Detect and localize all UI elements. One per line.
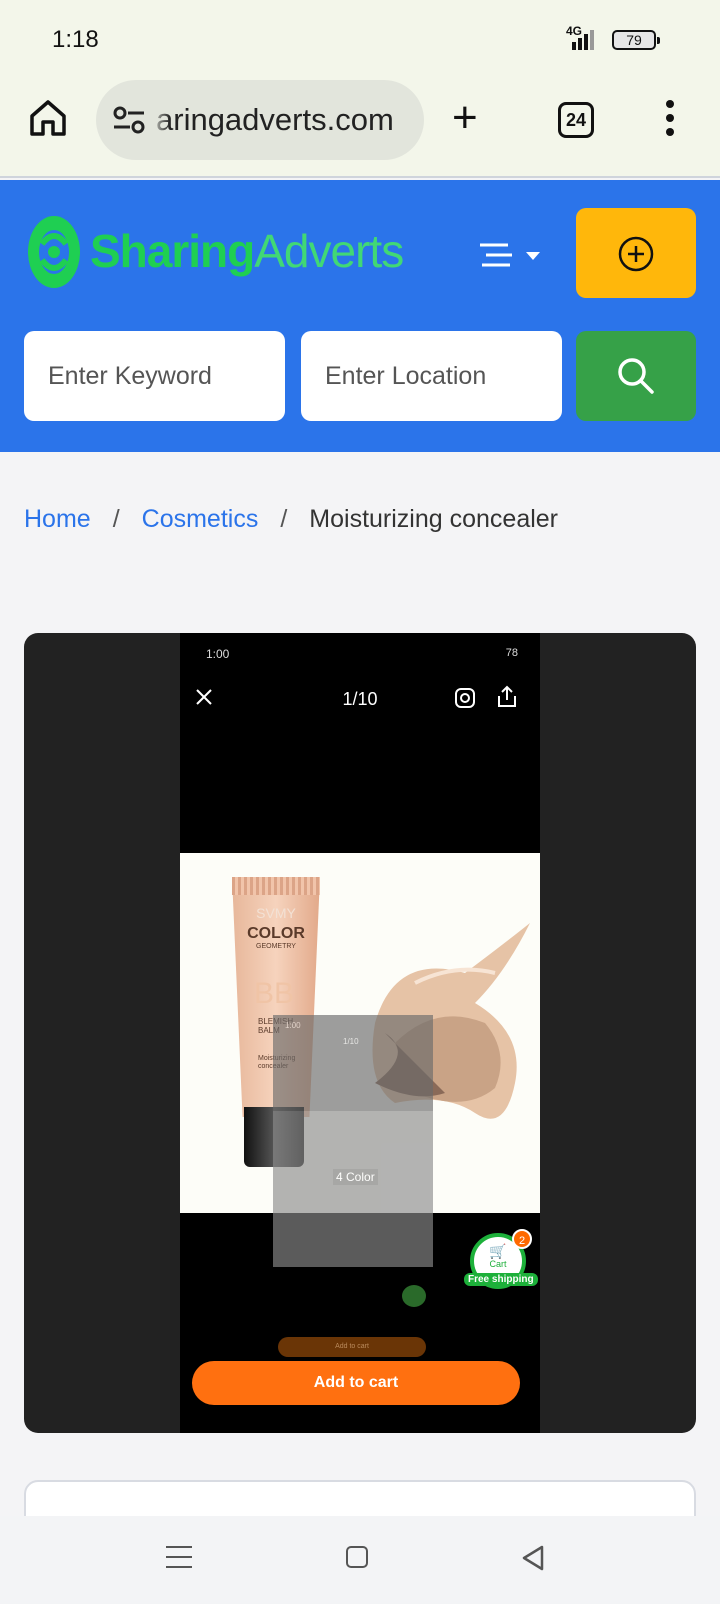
product-photo[interactable]: 1:00 78 1/10 SVMY COLOR GEOMETRY BB BLEM… bbox=[180, 633, 540, 1433]
post-ad-button[interactable] bbox=[576, 208, 696, 298]
tab-switcher-button[interactable]: 24 bbox=[558, 102, 594, 138]
overlay-time: 1:00 bbox=[285, 1021, 301, 1030]
cart-label: Cart bbox=[489, 1259, 507, 1269]
location-input[interactable] bbox=[301, 331, 562, 421]
logo-text-light: Adverts bbox=[254, 225, 404, 277]
url-text[interactable]: aringadverts.com bbox=[156, 102, 394, 138]
breadcrumb-home-link[interactable]: Home bbox=[24, 505, 91, 534]
product-name: COLOR bbox=[247, 925, 305, 942]
tab-count: 24 bbox=[565, 110, 587, 130]
address-bar[interactable]: aringadverts.com bbox=[96, 80, 424, 160]
free-shipping-label: Free shipping bbox=[464, 1273, 538, 1286]
status-indicators: 4G 79 bbox=[566, 24, 660, 52]
cart-count: 2 bbox=[512, 1229, 532, 1249]
lens-icon bbox=[455, 688, 475, 708]
add-circle-icon bbox=[618, 236, 654, 272]
logo-text[interactable]: SharingAdverts bbox=[90, 224, 404, 278]
url-fade bbox=[150, 80, 170, 160]
ghost-add-to-cart: Add to cart bbox=[278, 1337, 426, 1357]
battery-level: 79 bbox=[626, 32, 642, 48]
more-menu-icon[interactable] bbox=[666, 100, 676, 140]
browser-toolbar: aringadverts.com + 24 bbox=[0, 80, 720, 178]
status-time: 1:18 bbox=[52, 26, 99, 53]
new-tab-icon[interactable]: + bbox=[452, 96, 478, 140]
breadcrumb-current: Moisturizing concealer bbox=[309, 505, 558, 533]
share-icon bbox=[498, 685, 516, 707]
product-subname: GEOMETRY bbox=[256, 943, 296, 950]
photo-status-time: 1:00 bbox=[206, 647, 230, 661]
logo-icon[interactable] bbox=[26, 214, 82, 290]
color-tag: 4 Color bbox=[333, 1169, 378, 1185]
home-nav-icon[interactable] bbox=[346, 1546, 368, 1568]
product-bb: BB bbox=[254, 977, 295, 1010]
recent-apps-icon[interactable] bbox=[166, 1546, 192, 1570]
breadcrumb-separator: / bbox=[280, 505, 288, 533]
logo-text-bold: Sharing bbox=[90, 225, 255, 277]
keyword-input[interactable] bbox=[24, 331, 285, 421]
product-brand: SVMY bbox=[256, 905, 296, 921]
site-header: SharingAdverts bbox=[0, 180, 720, 452]
back-icon[interactable] bbox=[520, 1544, 546, 1572]
site-settings-icon[interactable] bbox=[112, 106, 146, 134]
battery-icon: 79 bbox=[612, 30, 660, 50]
photo-counter: 1/10 bbox=[342, 689, 378, 709]
search-button[interactable] bbox=[576, 331, 696, 421]
signal-icon: 4G bbox=[566, 24, 602, 52]
search-icon bbox=[618, 358, 654, 394]
add-to-cart-label: Add to cart bbox=[192, 1361, 520, 1405]
breadcrumb-category-link[interactable]: Cosmetics bbox=[142, 505, 259, 534]
product-image-gallery[interactable]: 1:00 78 1/10 SVMY COLOR GEOMETRY BB BLEM… bbox=[24, 633, 696, 1433]
breadcrumb: Home / Cosmetics / Moisturizing conceale… bbox=[24, 505, 558, 534]
overlay-thumbnail: 1:00 1/10 4 Color bbox=[273, 1015, 433, 1267]
home-icon[interactable] bbox=[28, 98, 68, 138]
photo-status-battery: 78 bbox=[505, 647, 518, 659]
breadcrumb-separator: / bbox=[112, 505, 120, 533]
status-bar: 1:18 4G 79 bbox=[0, 0, 720, 80]
system-nav-bar bbox=[0, 1516, 720, 1604]
overlay-counter: 1/10 bbox=[343, 1037, 359, 1046]
menu-toggle-icon[interactable] bbox=[478, 240, 548, 270]
mini-cart-icon bbox=[402, 1285, 426, 1307]
